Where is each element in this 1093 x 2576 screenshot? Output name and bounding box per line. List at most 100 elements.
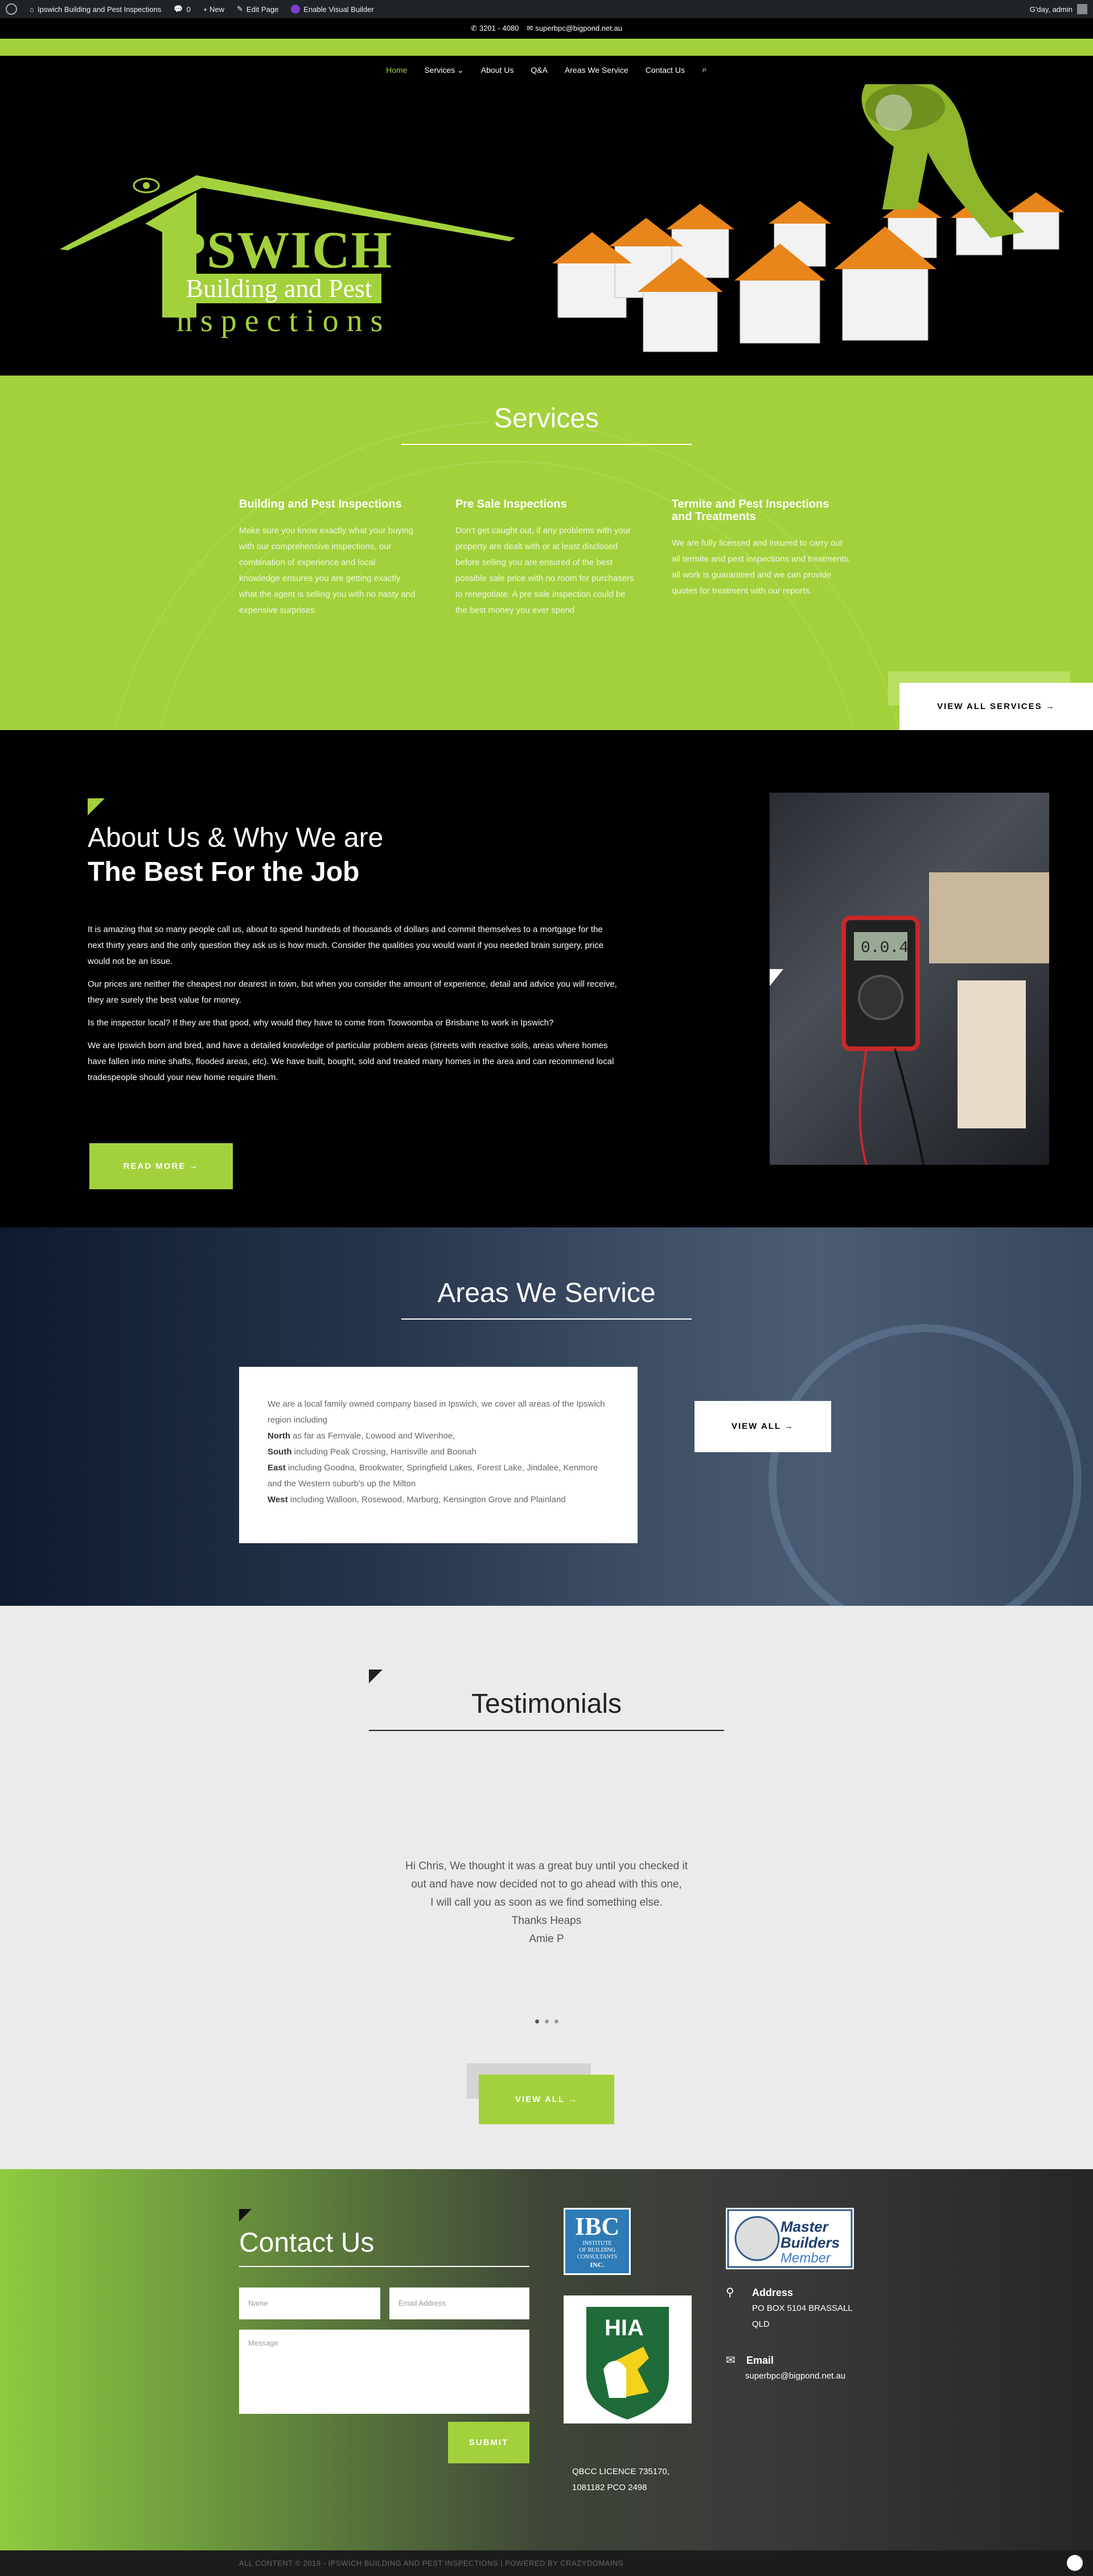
about-title-light: About Us & Why We are	[88, 823, 384, 853]
pencil-icon: ✎	[237, 5, 243, 13]
about-paragraph: Our prices are neither the cheapest nor …	[88, 979, 617, 1005]
account-greeting: G'day, admin	[1029, 5, 1073, 14]
slider-dot[interactable]	[554, 2019, 558, 2023]
wordpress-menu[interactable]	[6, 3, 17, 15]
ibc-logo-mark: INC.	[590, 2261, 605, 2269]
address-line: PO BOX 5104 BRASSALL	[752, 2303, 853, 2313]
chat-widget-icon[interactable]	[1067, 2555, 1083, 2571]
submit-button[interactable]: SUBMIT	[448, 2422, 529, 2463]
site-name-link[interactable]: ⌂ Ipswich Building and Pest Inspections	[30, 5, 161, 14]
ibc-logo-line: OF BUILDING	[579, 2247, 615, 2253]
message-field[interactable]: Message	[239, 2330, 529, 2414]
inspector-figure-image	[861, 84, 1025, 238]
name-field[interactable]: Name	[239, 2288, 380, 2319]
nav-about[interactable]: About Us	[481, 65, 514, 75]
mbm-line-3: Member	[780, 2251, 831, 2266]
services-section: Services Building and Pest Inspections M…	[0, 376, 1093, 730]
about-paragraph: We are Ipswich born and bred, and have a…	[88, 1041, 614, 1082]
contact-email-link[interactable]: superbpc@bigpond.net.au	[745, 2368, 845, 2384]
quote-line: out and have now decided not to go ahead…	[411, 1878, 682, 1890]
services-title-rule	[401, 444, 692, 445]
search-icon[interactable]: ⌕	[702, 65, 707, 75]
hia-emblem: HIA	[586, 2307, 669, 2420]
account-menu[interactable]: G'day, admin	[1030, 4, 1087, 14]
email-field[interactable]: Email Address	[389, 2288, 529, 2319]
corner-accent	[369, 1670, 383, 1683]
licence-line: QBCC LICENCE 735170,	[572, 2467, 669, 2476]
avatar	[1077, 4, 1087, 14]
logo-tagline-a: Building and	[186, 274, 328, 303]
logo-wordmark: PSWICH	[174, 221, 393, 279]
nav-services-label: Services	[424, 65, 455, 75]
licence-line: 1081182 PCO 2498	[572, 2483, 647, 2492]
area-direction: South	[268, 1447, 292, 1457]
edit-page-link[interactable]: ✎ Edit Page	[237, 5, 278, 14]
area-text: as far as Fernvale, Lowood and Wivenhoe,	[290, 1431, 455, 1441]
master-builders-logo: Master Builders Member	[726, 2208, 854, 2269]
magnifier-decoration	[769, 1324, 1082, 1606]
read-more-button[interactable]: READ MORE →	[89, 1143, 233, 1189]
corner-accent	[239, 2209, 252, 2221]
service-title: Pre Sale Inspections	[455, 498, 567, 510]
address-line: QLD	[752, 2319, 770, 2329]
area-line: East including Goodna, Brookwater, Sprin…	[268, 1460, 609, 1492]
area-direction: West	[268, 1495, 288, 1505]
email-link[interactable]: ✉ superbpc@bigpond.net.au	[527, 24, 622, 33]
nav-contact[interactable]: Contact Us	[646, 65, 685, 75]
service-title: Building and Pest Inspections	[239, 498, 402, 510]
site-name: Ipswich Building and Pest Inspections	[37, 5, 162, 14]
site-logo[interactable]: PSWICH Building and Pest nspections	[60, 175, 515, 339]
area-text: including Walloon, Rosewood, Marburg, Ke…	[287, 1495, 566, 1505]
new-content-link[interactable]: + New	[203, 5, 224, 14]
slider-dot[interactable]	[535, 2019, 539, 2023]
areas-title-rule	[401, 1318, 692, 1320]
areas-intro: We are a local family owned company base…	[268, 1399, 605, 1425]
address-block: ⚲ Address PO BOX 5104 BRASSALL QLD	[726, 2285, 853, 2332]
logo-tagline-b: Pest	[328, 274, 372, 303]
nav-services[interactable]: Services ⌄	[424, 65, 463, 75]
nav-qa[interactable]: Q&A	[531, 65, 548, 75]
master-builders-emblem: Master Builders Member	[727, 2209, 853, 2268]
about-title: About Us & Why We are The Best For the Jo…	[88, 821, 383, 889]
chevron-down-icon: ⌄	[457, 65, 464, 75]
comments-link[interactable]: 💬 0	[174, 5, 190, 14]
about-section: About Us & Why We are The Best For the Jo…	[0, 730, 1093, 1227]
multimeter-readout: 0.0.4	[861, 939, 909, 957]
testimonials-title: Testimonials	[471, 1689, 622, 1719]
about-paragraph: It is amazing that so many people call u…	[88, 925, 604, 966]
image-accent	[770, 969, 783, 986]
quote-author: Amie P	[529, 1933, 564, 1945]
quote-line: Hi Chris, We thought it was a great buy …	[405, 1860, 688, 1872]
phone-link[interactable]: ✆ 3201 - 4080	[471, 24, 519, 33]
about-title-bold: The Best For the Job	[88, 857, 360, 887]
inspector-multimeter-image: 0.0.4	[770, 793, 1049, 1165]
wordpress-icon	[6, 3, 17, 15]
quote-line: Thanks Heaps	[511, 1915, 582, 1927]
view-all-areas-button[interactable]: VIEW ALL →	[695, 1401, 831, 1452]
hero-banner: PSWICH Building and Pest nspections	[0, 84, 1093, 376]
about-body: It is amazing that so many people call u…	[88, 922, 617, 1093]
phone-number: 3201 - 4080	[479, 24, 519, 32]
nav-home[interactable]: Home	[386, 65, 407, 75]
area-direction: East	[268, 1463, 286, 1473]
ibc-logo-line: INSTITUTE	[582, 2240, 612, 2247]
top-info-bar: ✆ 3201 - 4080 ✉ superbpc@bigpond.net.au	[0, 18, 1093, 39]
nav-areas[interactable]: Areas We Service	[565, 65, 628, 75]
contact-title-rule	[239, 2266, 529, 2267]
view-all-testimonials-button[interactable]: VIEW ALL →	[479, 2075, 614, 2124]
service-title: Termite and Pest Inspections and Treatme…	[672, 498, 829, 523]
areas-card: We are a local family owned company base…	[239, 1367, 638, 1543]
service-card: Pre Sale Inspections Don't get caught ou…	[455, 498, 635, 619]
slider-dot[interactable]	[544, 2019, 549, 2023]
service-text: Don't get caught out, if any problems wi…	[455, 526, 634, 615]
admin-bar: ⌂ Ipswich Building and Pest Inspections 💬…	[0, 0, 1093, 18]
testimonial-quote: Hi Chris, We thought it was a great buy …	[0, 1857, 1093, 1948]
service-card: Termite and Pest Inspections and Treatme…	[672, 498, 851, 599]
comment-icon: 💬	[174, 5, 183, 13]
email-label: Email	[746, 2355, 774, 2366]
visual-builder-link[interactable]: Enable Visual Builder	[291, 5, 374, 14]
ibc-logo-abbr: IBC	[574, 2212, 620, 2240]
view-all-services-button[interactable]: VIEW ALL SERVICES →	[899, 683, 1093, 730]
area-line: South including Peak Crossing, Harrisvil…	[268, 1444, 609, 1460]
area-text: including Goodna, Brookwater, Springfiel…	[268, 1463, 598, 1489]
